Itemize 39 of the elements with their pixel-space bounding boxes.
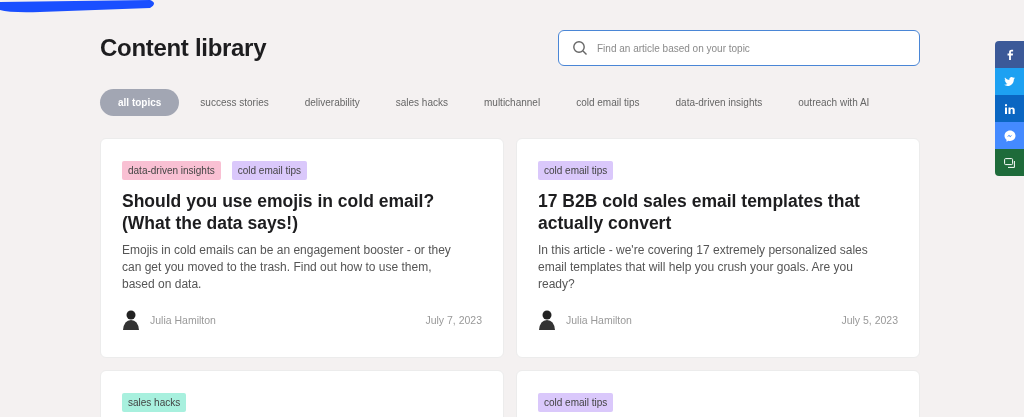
topic-tag[interactable]: cold email tips [538,161,614,180]
topic-tab[interactable]: success stories [185,89,284,116]
article-title[interactable]: Should you use emojis in cold email? (What the data says!) [122,190,482,234]
topic-tab[interactable]: deliverability [289,89,375,116]
article-excerpt: In this article - we're covering 17 extremely personalized sales email templates that will help you crush your goals. Are you ready? [538,242,869,293]
topic-tab[interactable]: outreach with AI [783,89,885,116]
message-icon [1004,157,1015,168]
article-card[interactable]: cold email tips [516,370,920,417]
avatar-icon [538,309,556,331]
topic-tag[interactable]: sales hacks [122,393,187,412]
bird-icon [1004,77,1015,86]
topic-tab[interactable]: cold email tips [561,89,655,116]
author-name: Julia Hamilton [566,314,632,326]
topic-tab[interactable]: sales hacks [380,89,463,116]
topic-tab[interactable]: multichannel [469,89,556,116]
facebook-icon [1005,49,1014,60]
article-title[interactable]: 17 B2B cold sales email templates that actually convert [538,190,898,234]
topic-tab[interactable]: data-driven insights [660,89,778,116]
author-name: Julia Hamilton [150,314,216,326]
topic-tag[interactable]: cold email tips [538,393,614,412]
article-date: July 7, 2023 [425,314,482,326]
linkedin-icon [1004,103,1015,114]
article-card[interactable]: sales hacks [100,370,504,417]
article-card[interactable] [516,138,920,358]
messenger-icon [1003,129,1016,142]
search-field[interactable]: Find an article based on your topic [558,30,920,66]
messenger-share-button[interactable] [995,122,1024,149]
topic-tag[interactable]: data-driven insights [122,161,221,180]
article-date: July 5, 2023 [841,314,898,326]
twitter-share-button[interactable] [995,68,1024,95]
avatar-icon [122,309,140,331]
linkedin-share-button[interactable] [995,95,1024,122]
topic-tag[interactable]: cold email tips [231,161,308,180]
article-card[interactable] [100,138,504,358]
page-title: Content library [100,34,267,62]
article-excerpt: Emojis in cold emails can be an engagement booster - or they can get you moved to the trash. Find out how to use them, based on data. [122,242,452,293]
search-icon [572,40,588,56]
sms-share-button[interactable] [995,149,1024,176]
facebook-share-button[interactable] [995,41,1024,68]
